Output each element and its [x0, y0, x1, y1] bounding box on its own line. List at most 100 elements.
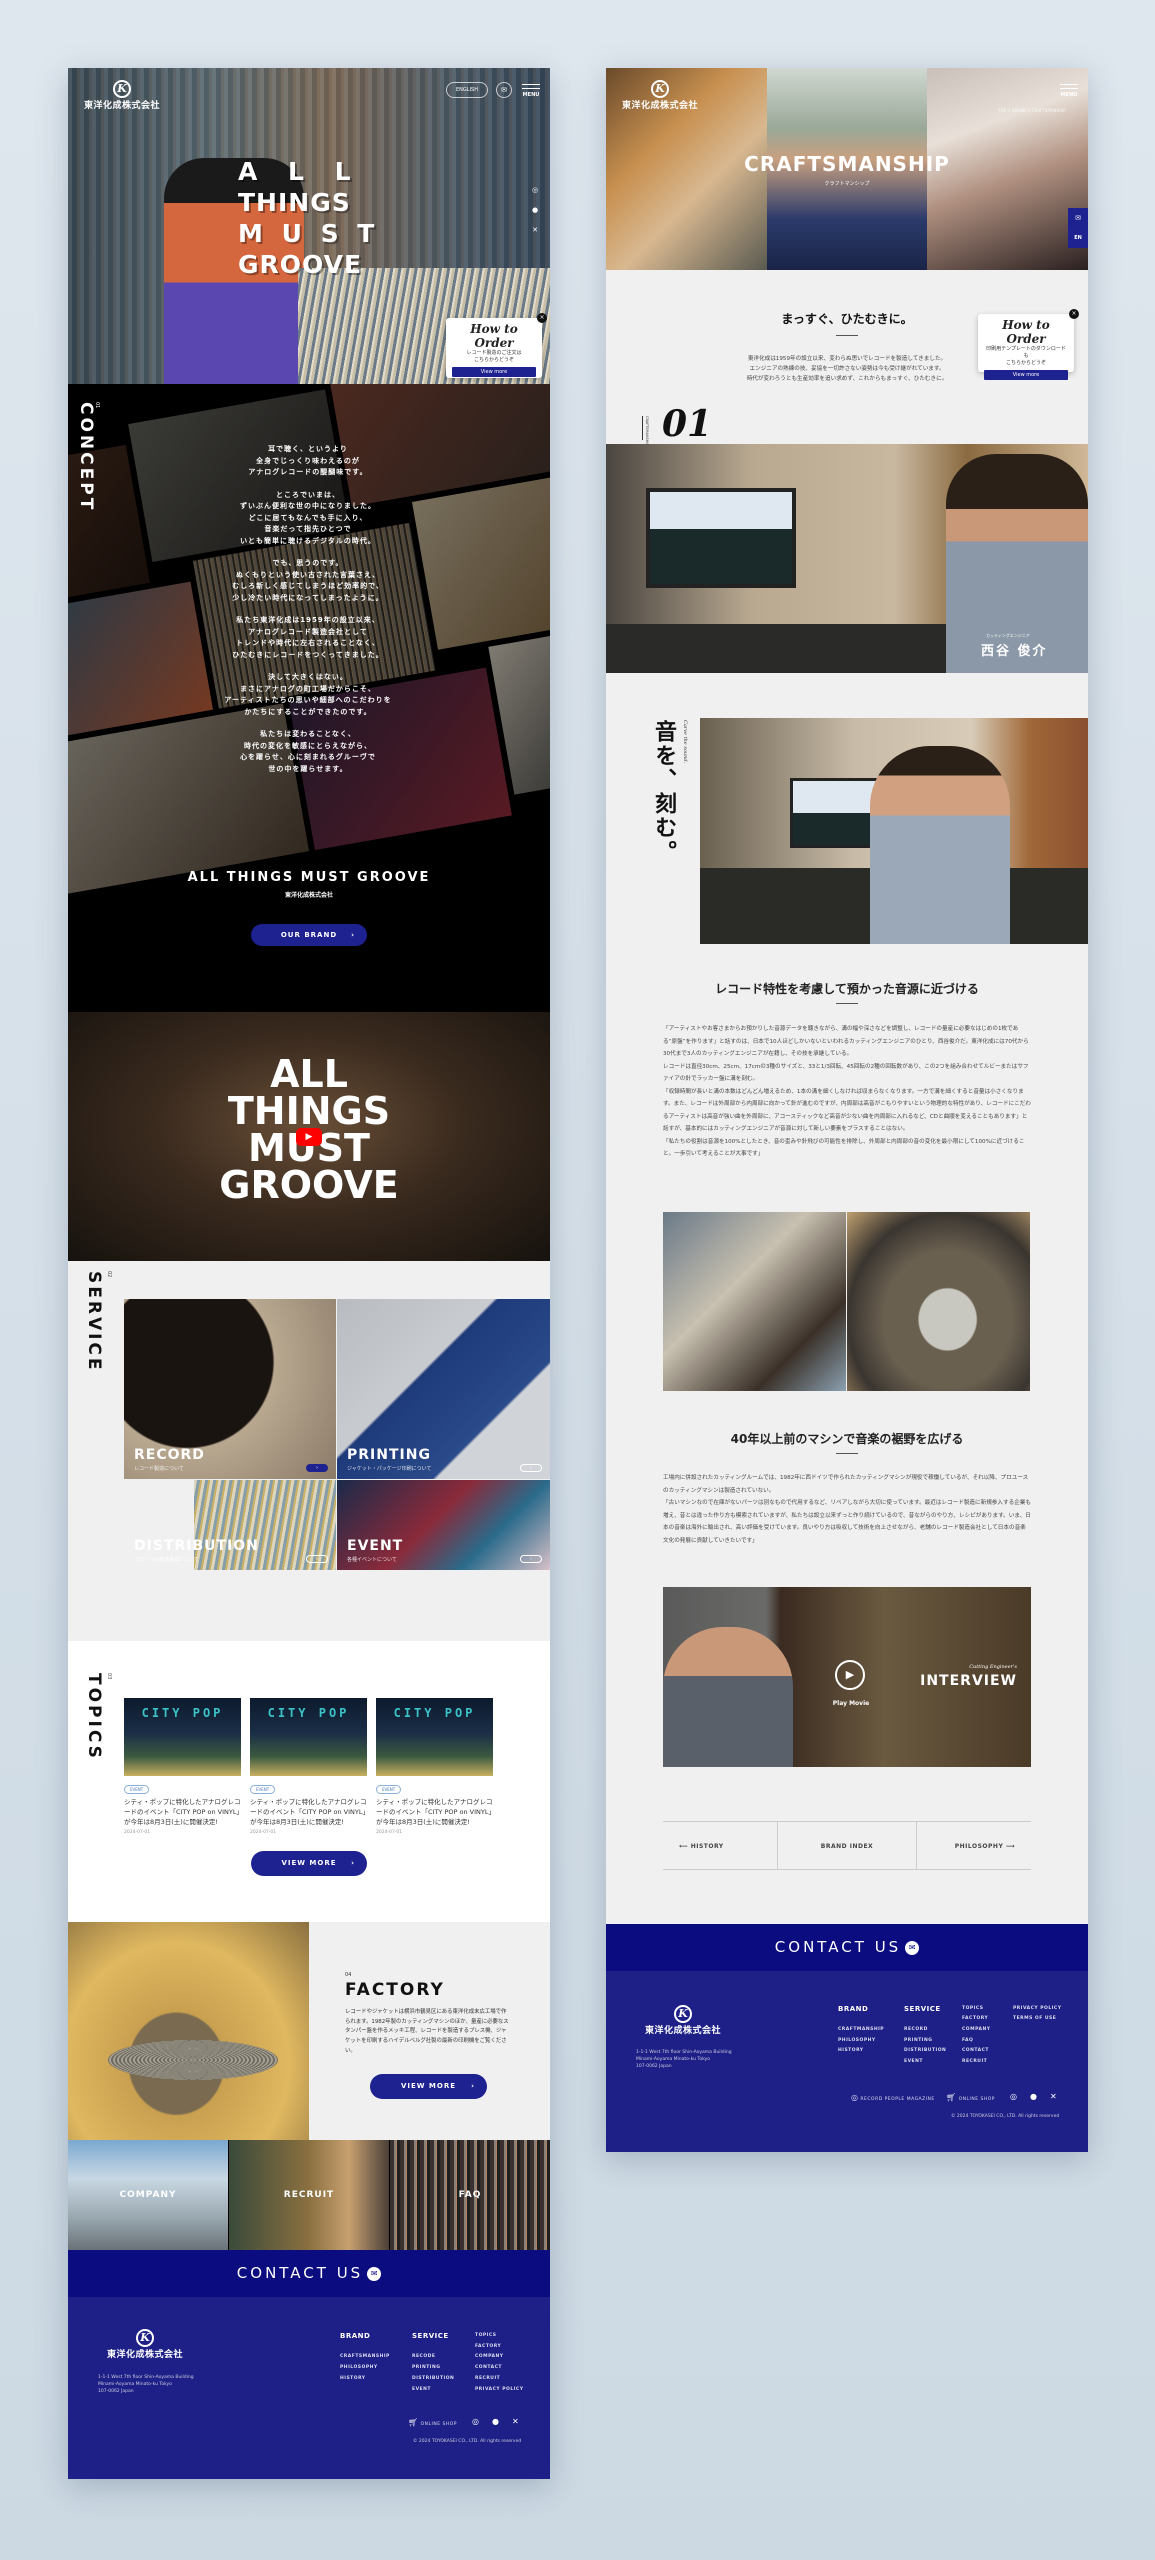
menu-button[interactable]: MENU — [518, 84, 544, 98]
footer-link[interactable]: PRIVACY POLICY — [475, 2387, 523, 2392]
intro-section: まっすぐ、ひたむきに。 東洋化成は1959年の設立以来、変わらぬ思いでレコードを… — [606, 270, 1088, 444]
footer-link[interactable]: PHILOSOPHY — [340, 2365, 378, 2370]
footer-link[interactable]: RECODE — [412, 2354, 435, 2359]
footer-link[interactable]: CONTACT — [962, 2048, 989, 2053]
footer-link[interactable]: EVENT — [904, 2059, 923, 2064]
arrow-right-icon: › — [306, 1464, 328, 1472]
brand-index-link[interactable]: BRAND INDEX — [778, 1822, 916, 1869]
instagram-icon[interactable]: ◎ — [532, 180, 538, 200]
factory-view-more-button[interactable]: VIEW MORE › — [370, 2074, 487, 2099]
service-card-event[interactable]: EVENT 各種イベントについて › — [337, 1480, 550, 1570]
facebook-icon[interactable]: ● — [1030, 2092, 1037, 2101]
footer-link[interactable]: EVENT — [412, 2387, 431, 2392]
contact-us-bar[interactable]: CONTACT US ✉ — [68, 2250, 550, 2297]
service-card-record[interactable]: RECORD レコード製造について › — [124, 1299, 336, 1479]
contact-us-bar[interactable]: CONTACT US ✉ — [606, 1924, 1088, 1971]
magazine-link[interactable]: ◎ RECORD PEOPLE MAGAZINE — [851, 2093, 935, 2102]
play-movie-label: Play Movie — [832, 1700, 870, 1707]
footer-link[interactable]: COMPANY — [962, 2027, 991, 2032]
play-icon[interactable]: ▶ — [835, 1660, 865, 1690]
footer-link[interactable]: PRIVACY POLICY — [1013, 2006, 1061, 2011]
footer-address: 1-1-1 West 7th floor Shin-Aoyama Buildin… — [98, 2375, 194, 2394]
footer-logo[interactable]: K 東洋化成株式会社 — [636, 2005, 730, 2037]
interview-video[interactable]: ▶ Play Movie Cutting Engineer's INTERVIE… — [663, 1587, 1031, 1767]
footer-link[interactable]: PHILOSOPHY — [838, 2038, 876, 2043]
footer-link[interactable]: CONTACT — [475, 2365, 502, 2370]
section-label: CRAFTSMANSHIP — [642, 416, 649, 444]
mail-icon: ✉ — [367, 2267, 382, 2281]
copyright: © 2024 TOYOKASEI CO., LTD. All rights re… — [951, 2114, 1060, 2119]
footer-link[interactable]: COMPANY — [475, 2354, 504, 2359]
footer-link[interactable]: HISTORY — [838, 2048, 864, 2053]
footer-link[interactable]: FAQ — [962, 2038, 973, 2043]
topic-thumbnail: CITY POP — [376, 1698, 493, 1776]
online-shop-link[interactable]: 🛒︎ ONLINE SHOP — [408, 2418, 457, 2427]
engineer-name: 西谷 俊介 — [981, 644, 1048, 659]
prev-page-link[interactable]: ⟵ HISTORY — [679, 1822, 724, 1869]
english-tab[interactable]: EN — [1068, 228, 1088, 248]
breadcrumb[interactable]: TOP > BRAND > CRAFTSMANSHIP — [998, 108, 1066, 113]
hamburger-icon — [522, 84, 540, 85]
service-card-printing[interactable]: PRINTING ジャケット・パッケージ印刷について › — [337, 1299, 550, 1479]
factory-text: レコードやジャケットは横浜市鶴見区にある東洋化成末広工場で作られます。1982年… — [345, 2009, 509, 2054]
topic-card[interactable]: CITY POP EVENT シティ・ポップに特化したアナログレコードのイベント… — [124, 1698, 241, 1835]
factory-section: 04 FACTORY レコードやジャケットは横浜市鶴見区にある東洋化成末広工場で… — [68, 1922, 550, 2140]
footer-link[interactable]: PRINTING — [412, 2365, 440, 2370]
footer-link[interactable]: TOPICS — [475, 2333, 497, 2338]
service-section: 02 SERVICE RECORD レコード製造について › PRINTING … — [68, 1261, 550, 1641]
english-button[interactable]: ENGLISH — [446, 82, 488, 98]
footer-link[interactable]: RECRUIT — [962, 2059, 987, 2064]
our-brand-button[interactable]: OUR BRAND › — [251, 924, 367, 946]
footer-link[interactable]: TOPICS — [962, 2006, 984, 2011]
footer-link[interactable]: HISTORY — [340, 2376, 366, 2381]
how-to-order-button[interactable]: View more — [452, 367, 536, 377]
footer-link[interactable]: FACTORY — [962, 2016, 988, 2021]
footer-link[interactable]: DISTRIBUTION — [412, 2376, 454, 2381]
concept-section: 01 CONCEPT 耳で聴く、というより 全身でじっくり味わえるのが アナログレコ… — [68, 384, 550, 1012]
footer-link[interactable]: DISTRIBUTION — [904, 2048, 946, 2053]
topic-card[interactable]: CITY POP EVENT シティ・ポップに特化したアナログレコードのイベント… — [376, 1698, 493, 1835]
topics-view-more-button[interactable]: VIEW MORE › — [251, 1851, 367, 1876]
footer-link[interactable]: PRINTING — [904, 2038, 932, 2043]
vertical-title: 音を、刻む。 — [651, 720, 676, 864]
topic-card[interactable]: CITY POP EVENT シティ・ポップに特化したアナログレコードのイベント… — [250, 1698, 367, 1835]
top-page-screenshot: K 東洋化成株式会社 ENGLISH ✉ MENU A L L THINGS M … — [68, 68, 550, 2479]
faq-link[interactable]: FAQ — [390, 2140, 550, 2250]
section-body: 工場内に併設されたカッティングルームでは、1982年に西ドイツで作られたカッティ… — [663, 1475, 1031, 1544]
close-icon[interactable]: × — [1069, 309, 1079, 319]
company-logo[interactable]: K 東洋化成株式会社 — [82, 80, 162, 112]
concept-company: 東洋化成株式会社 — [284, 892, 333, 899]
topics-section: 03 TOPICS CITY POP EVENT シティ・ポップに特化したアナロ… — [68, 1641, 550, 1922]
engineer-photo: カッティングエンジニア 西谷 俊介 — [606, 444, 1088, 673]
footer-link[interactable]: RECORD — [904, 2027, 928, 2032]
instagram-icon[interactable]: ◎ — [1010, 2092, 1017, 2101]
menu-button[interactable]: MENU — [1056, 84, 1082, 98]
facebook-icon[interactable]: ● — [532, 200, 538, 220]
service-card-distribution[interactable]: DISTRIBUTION グローバル流通事業について › — [124, 1480, 336, 1570]
brand-video[interactable]: ALL THINGS MUST GROOVE ▶ — [68, 1012, 550, 1261]
mail-icon[interactable]: ✉ — [496, 82, 512, 98]
how-to-order-button[interactable]: View more — [984, 370, 1068, 380]
footer-link[interactable]: RECRUIT — [475, 2376, 500, 2381]
company-link[interactable]: COMPANY — [68, 2140, 228, 2250]
facebook-icon[interactable]: ● — [492, 2417, 499, 2426]
online-shop-link[interactable]: 🛒︎ ONLINE SHOP — [946, 2093, 995, 2102]
youtube-play-icon[interactable]: ▶ — [296, 1128, 322, 1146]
engineer-figure — [870, 746, 1010, 944]
x-icon[interactable]: ✕ — [512, 2417, 519, 2426]
footer-link[interactable]: CRAFTMANSHIP — [838, 2027, 884, 2032]
recruit-link[interactable]: RECRUIT — [229, 2140, 389, 2250]
company-logo[interactable]: K 東洋化成株式会社 — [620, 80, 700, 112]
x-icon[interactable]: ✕ — [1050, 2092, 1057, 2101]
footer-link[interactable]: FACTORY — [475, 2344, 501, 2349]
interview-title: INTERVIEW — [920, 1673, 1017, 1689]
mail-icon[interactable]: ✉ — [1068, 208, 1088, 228]
site-footer: K 東洋化成株式会社 1-1-1 West 7th floor Shin-Aoya… — [68, 2297, 550, 2479]
close-icon[interactable]: × — [537, 313, 547, 323]
footer-link[interactable]: CRAFTSMANSHIP — [340, 2354, 390, 2359]
instagram-icon[interactable]: ◎ — [472, 2417, 479, 2426]
next-page-link[interactable]: PHILOSOPHY ⟶ — [955, 1822, 1015, 1869]
x-icon[interactable]: ✕ — [532, 220, 538, 240]
footer-link[interactable]: TERMS OF USE — [1013, 2016, 1056, 2021]
footer-logo[interactable]: K 東洋化成株式会社 — [98, 2329, 192, 2361]
